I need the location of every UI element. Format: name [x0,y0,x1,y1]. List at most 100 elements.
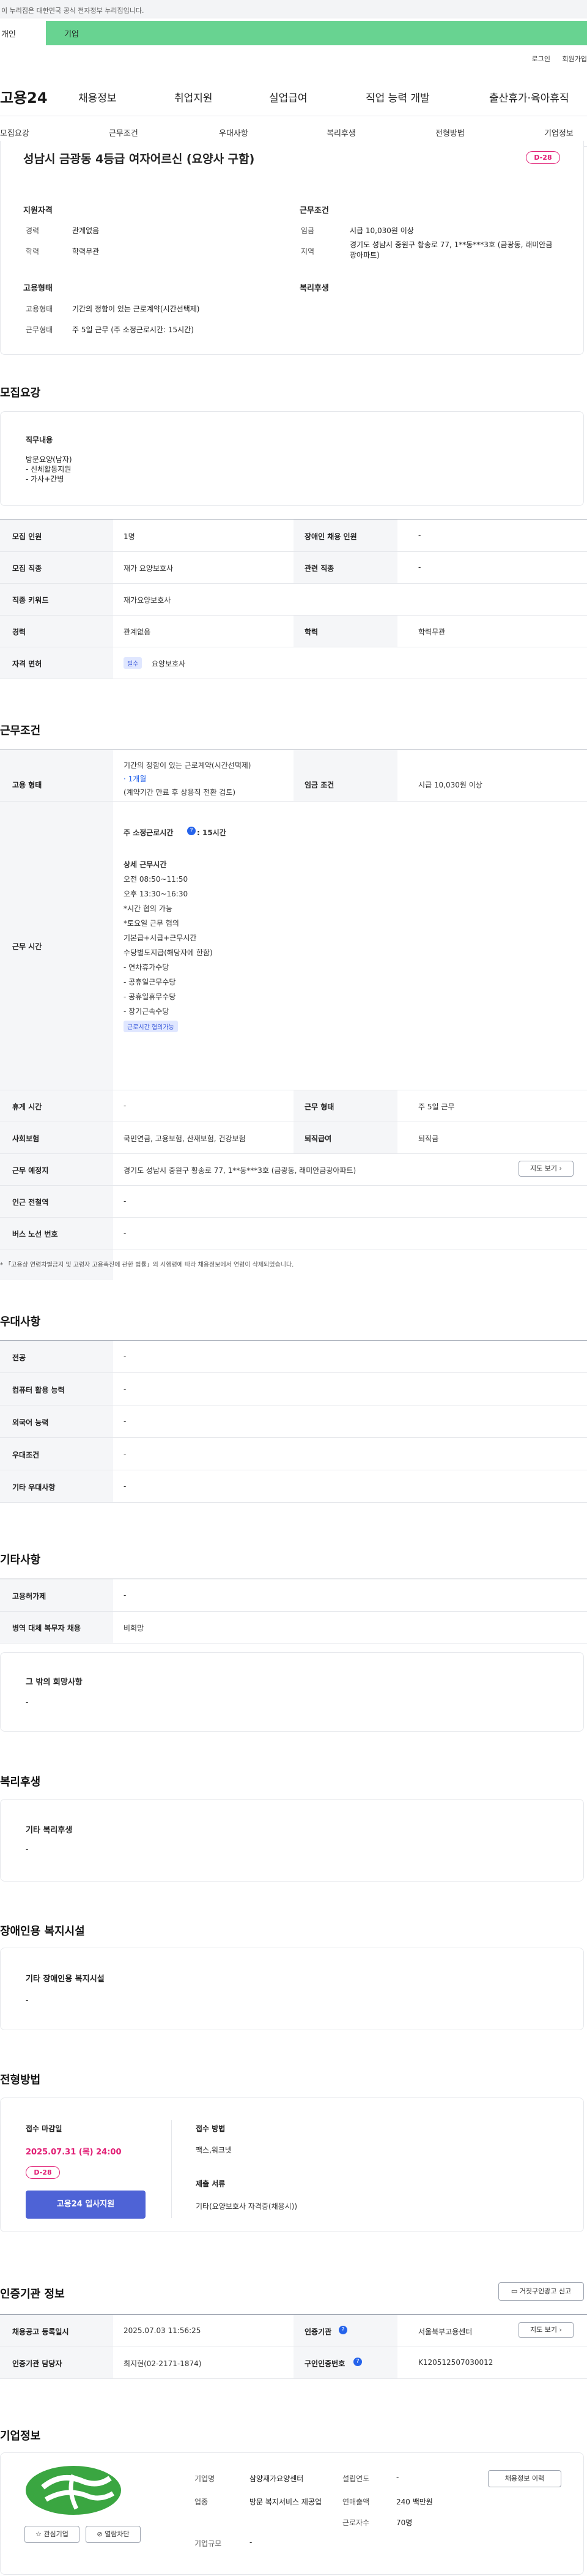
row-label: 장애인 채용 인원 [305,532,357,541]
name-value: 삼양재가요양센터 [249,2474,304,2483]
form-value: 주 5일 근무 [418,1103,455,1111]
report-button-label: 거짓구인광고 신고 [519,2287,572,2295]
time-badge: 근로시간 협의가능 [124,1021,178,1032]
fav-button[interactable]: ☆ 관심기업 [24,2526,79,2543]
row-value: - [124,1417,127,1426]
wage-label: 임금 조건 [305,781,334,789]
size-label: 기업규모 [194,2539,222,2548]
emp-count-label: 근로자수 [342,2518,370,2527]
emp-label: 고용 형태 [12,781,42,789]
career-value: 관계없음 [72,226,100,235]
row-label: 관련 직종 [305,564,334,573]
id-value: K120512507030012 [418,2358,493,2367]
tab-personal[interactable]: 개인 [0,21,46,45]
map-button[interactable]: 지도 보기 › [519,1161,574,1177]
est-value: - [396,2473,399,2482]
duty-card [0,411,584,506]
region-label: 지역 [301,247,315,256]
bus-value: - [124,1229,127,1237]
time-line: 상세 근무시간 [124,860,167,869]
signup-link[interactable]: 회원가입 [563,55,587,63]
fav-button-label: 관심기업 [43,2530,68,2538]
agency-title: 인증기관 정보 [0,2288,65,2301]
info-icon[interactable]: ? [339,2326,347,2334]
tab-company[interactable]: 기업 [46,21,587,45]
row-value: 학력무관 [418,628,446,636]
row-label: 모집 인원 [12,532,42,541]
sev-value: 퇴직금 [418,1134,439,1143]
gnb-item-unemployment[interactable]: 실업급여 [269,89,308,105]
deadline-label: 접수 마감일 [26,2124,62,2133]
manager-value: 최지현(02-2171-1874) [124,2359,202,2368]
emptype-label: 고용형태 [26,305,53,313]
row-label: 자격 면허 [12,660,42,668]
est-label: 설립연도 [342,2474,370,2483]
row-value: 재가요양보호사 [124,596,171,605]
time-line: - 장기근속수당 [124,1007,169,1016]
deadline-value: 2025.07.31 (목) 24:00 [26,2148,122,2157]
welfare-section-title: 복리후생 [0,1776,41,1789]
row-label: 고용허가제 [12,1592,46,1601]
form-label: 근무 형태 [305,1103,334,1111]
time-line: 오후 13:30~16:30 [124,890,188,898]
blind-button-label: 열람차단 [105,2530,130,2538]
report-button[interactable]: ▭ 거짓구인광고 신고 [498,2282,584,2301]
row-value: - [124,1591,127,1599]
gnb-item-leave[interactable]: 출산휴가·육아휴직 [489,89,569,105]
time-line: 오전 08:50~11:50 [124,875,188,884]
time-line: *토요일 근무 협의 [124,919,179,928]
wage-label: 임금 [301,226,315,235]
weekly-label: 주 소정근로시간 [124,828,174,837]
time-line: 기본급+시급+근무시간 [124,934,197,942]
welfare-box-value: - [26,1845,29,1853]
row-label: 전공 [12,1353,26,1362]
map-button-label: 지도 보기 [530,1164,558,1172]
logo[interactable]: 고용24 [0,86,48,107]
gnb-item-jobs[interactable]: 채용정보 [78,89,117,105]
wage-value: 시급 10,030원 이상 [418,781,482,789]
welfare-title: 복리후생 [300,284,329,293]
blind-button[interactable]: ⊘ 열람차단 [86,2526,141,2543]
agency-value: 서울북부고용센터 [418,2328,473,2336]
jobs-history-button[interactable]: 채용정보 이력 [488,2470,561,2487]
snb-screening[interactable]: 전형방법 [435,127,465,138]
gov-banner: 이 누리집은 대한민국 공식 전자정부 누리집입니다. [0,0,587,18]
rest-value: - [124,1101,127,1110]
row-value: 1명 [124,532,135,541]
snb-recruit[interactable]: 모집요강 [0,127,29,138]
row-value: 관계없음 [124,628,151,636]
row-label: 외국어 능력 [12,1418,49,1427]
ins-value: 국민연금, 고용보험, 산재보험, 건강보험 [124,1134,246,1143]
row-label: 병역 대체 복무자 채용 [12,1624,81,1632]
snb-work[interactable]: 근무조건 [109,127,138,138]
screening-title: 전형방법 [0,2074,41,2086]
method-label: 접수 방법 [196,2124,226,2133]
agency-map-button[interactable]: 지도 보기 › [519,2322,574,2338]
rest-label: 휴게 시간 [12,1103,42,1111]
emp-line: (계약기간 만료 후 상용직 전환 검토) [124,788,235,797]
time-line: - 공휴일근무수당 [124,978,176,986]
career-label: 경력 [26,226,40,235]
edu-label: 학력 [26,247,40,256]
info-icon[interactable]: ? [187,827,196,835]
work-title: 근무조건 [0,724,41,737]
duty-line: - 신체활동지원 [26,465,72,474]
qual-title: 지원자격 [23,206,53,215]
disabled-title: 장애인용 복지시설 [0,1925,85,1938]
snb-company[interactable]: 기업정보 [544,127,574,138]
required-tag: 필수 [124,657,142,669]
snb-welfare[interactable]: 복리후생 [327,127,356,138]
snb-pref[interactable]: 우대사항 [219,127,248,138]
agency-map-button-label: 지도 보기 [530,2326,558,2334]
row-label: 우대조건 [12,1451,40,1459]
apply-button[interactable]: 고용24 입사지원 [26,2191,146,2219]
row-value: - [124,1450,127,1458]
place-value: 경기도 성남시 중원구 황송로 77, 1**동***3호 (금광동, 래미안금… [124,1166,356,1175]
gnb-item-employment-support[interactable]: 취업지원 [174,89,213,105]
gnb-item-training[interactable]: 직업 능력 개발 [366,89,430,105]
edu-value: 학력무관 [72,247,100,256]
row-label: 컴퓨터 활용 능력 [12,1386,65,1394]
sales-value: 240 백만원 [396,2498,433,2506]
login-link[interactable]: 로그인 [532,55,550,63]
info-icon[interactable]: ? [353,2358,362,2366]
